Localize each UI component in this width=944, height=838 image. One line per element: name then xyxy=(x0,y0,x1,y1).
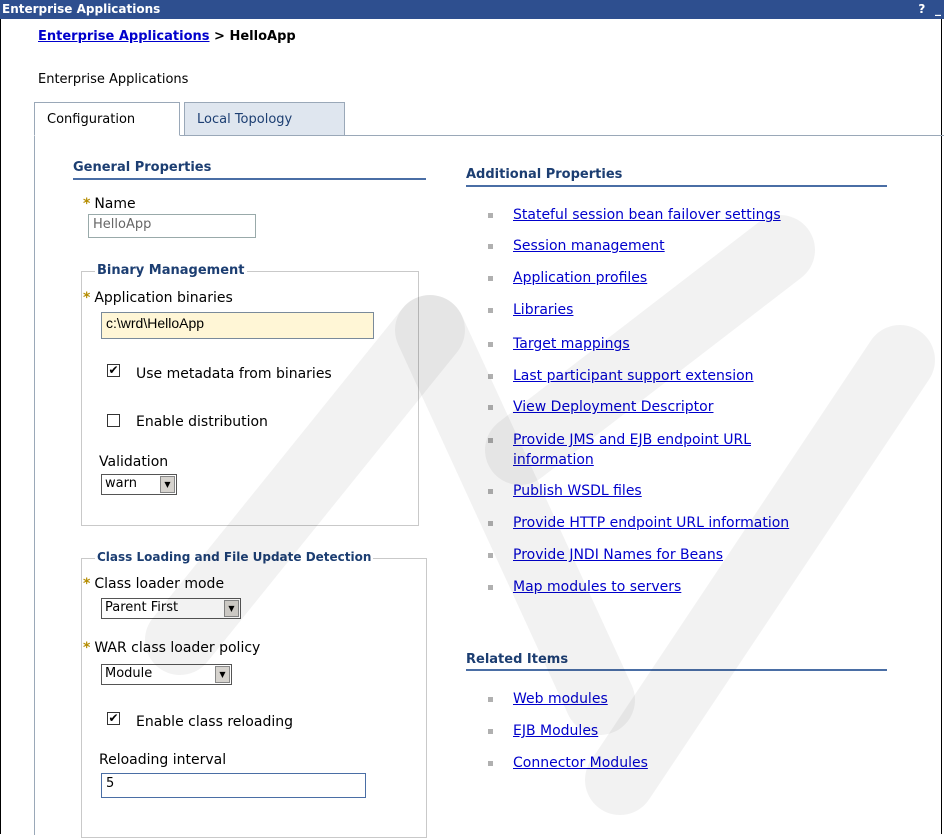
link-connector-modules[interactable]: Connector Modules xyxy=(513,755,648,771)
panel-border xyxy=(34,135,35,835)
required-star-icon: * xyxy=(83,196,91,212)
breadcrumb: Enterprise Applications > HelloApp xyxy=(38,29,296,44)
link-last-participant-support[interactable]: Last participant support extension xyxy=(513,368,754,384)
enable-distribution-label: Enable distribution xyxy=(136,414,268,430)
general-properties-heading: General Properties xyxy=(73,160,212,175)
war-policy-label: * WAR class loader policy xyxy=(83,640,261,656)
link-stateful-session-bean-failover[interactable]: Stateful session bean failover settings xyxy=(513,207,781,223)
bullet-icon xyxy=(488,729,493,734)
bullet-icon xyxy=(488,697,493,702)
name-field[interactable]: HelloApp xyxy=(88,214,256,238)
bullet-icon xyxy=(488,521,493,526)
link-libraries[interactable]: Libraries xyxy=(513,302,573,318)
link-target-mappings[interactable]: Target mappings xyxy=(513,336,630,352)
reloading-interval-field[interactable]: 5 xyxy=(101,773,366,798)
name-label: * Name xyxy=(83,196,136,212)
link-provide-jndi-names[interactable]: Provide JNDI Names for Beans xyxy=(513,547,723,563)
link-publish-wsdl-files[interactable]: Publish WSDL files xyxy=(513,483,642,499)
chevron-down-icon: ▼ xyxy=(215,666,230,683)
reloading-interval-label: Reloading interval xyxy=(99,752,227,768)
link-map-modules-to-servers[interactable]: Map modules to servers xyxy=(513,579,681,595)
class-loading-legend: Class Loading and File Update Detection xyxy=(95,550,374,564)
related-items-rule xyxy=(466,669,887,671)
binary-management-legend: Binary Management xyxy=(95,263,247,278)
tab-configuration[interactable]: Configuration xyxy=(34,102,180,136)
bullet-icon xyxy=(488,342,493,347)
application-binaries-label: * Application binaries xyxy=(83,290,233,306)
titlebar-icons: ? _ xyxy=(916,0,944,19)
page-subtitle: Enterprise Applications xyxy=(38,72,189,87)
bullet-icon xyxy=(488,585,493,590)
required-star-icon: * xyxy=(83,640,91,656)
class-loader-mode-select[interactable]: Parent First ▼ xyxy=(101,598,241,619)
class-loader-mode-value: Parent First xyxy=(105,600,179,615)
required-star-icon: * xyxy=(83,290,91,306)
bullet-icon xyxy=(488,276,493,281)
additional-properties-rule xyxy=(466,185,887,187)
war-policy-select[interactable]: Module ▼ xyxy=(101,664,232,685)
minimize-icon[interactable]: _ xyxy=(932,0,944,19)
bullet-icon xyxy=(488,213,493,218)
bullet-icon xyxy=(488,405,493,410)
link-ejb-modules[interactable]: EJB Modules xyxy=(513,723,598,739)
bullet-icon xyxy=(488,761,493,766)
bullet-icon xyxy=(488,244,493,249)
war-policy-value: Module xyxy=(105,666,153,681)
link-application-profiles[interactable]: Application profiles xyxy=(513,270,647,286)
enable-distribution-checkbox[interactable] xyxy=(107,414,120,427)
breadcrumb-separator: > xyxy=(214,29,225,44)
tab-local-topology[interactable]: Local Topology xyxy=(184,102,345,136)
bullet-icon xyxy=(488,308,493,313)
validation-label: Validation xyxy=(99,454,169,470)
application-binaries-field[interactable]: c:\wrd\HelloApp xyxy=(101,312,374,339)
class-loader-mode-label: * Class loader mode xyxy=(83,576,225,592)
general-properties-rule xyxy=(73,178,426,180)
window-title: Enterprise Applications xyxy=(2,2,161,16)
breadcrumb-link-enterprise-applications[interactable]: Enterprise Applications xyxy=(38,29,210,44)
link-provide-http-endpoint[interactable]: Provide HTTP endpoint URL information xyxy=(513,515,789,531)
enable-class-reloading-checkbox[interactable]: ✔ xyxy=(107,712,120,725)
link-session-management[interactable]: Session management xyxy=(513,238,665,254)
chevron-down-icon: ▼ xyxy=(160,476,175,493)
required-star-icon: * xyxy=(83,576,91,592)
bullet-icon xyxy=(488,489,493,494)
enable-class-reloading-label: Enable class reloading xyxy=(136,714,293,730)
link-provide-jms-ejb-endpoint-cont[interactable]: information xyxy=(513,452,594,468)
help-icon[interactable]: ? xyxy=(916,0,928,19)
link-provide-jms-ejb-endpoint[interactable]: Provide JMS and EJB endpoint URL xyxy=(513,432,751,448)
bullet-icon xyxy=(488,553,493,558)
use-metadata-checkbox[interactable]: ✔ xyxy=(107,364,120,377)
bullet-icon xyxy=(488,438,493,443)
breadcrumb-current: HelloApp xyxy=(229,29,296,44)
related-items-heading: Related Items xyxy=(466,652,569,667)
additional-properties-heading: Additional Properties xyxy=(466,167,623,182)
validation-select[interactable]: warn ▼ xyxy=(101,474,177,495)
validation-value: warn xyxy=(105,476,137,491)
chevron-down-icon: ▼ xyxy=(224,600,239,617)
bullet-icon xyxy=(488,374,493,379)
link-view-deployment-descriptor[interactable]: View Deployment Descriptor xyxy=(513,399,713,415)
link-web-modules[interactable]: Web modules xyxy=(513,691,608,707)
window-titlebar: Enterprise Applications ? _ xyxy=(0,0,944,19)
use-metadata-label: Use metadata from binaries xyxy=(136,366,332,382)
